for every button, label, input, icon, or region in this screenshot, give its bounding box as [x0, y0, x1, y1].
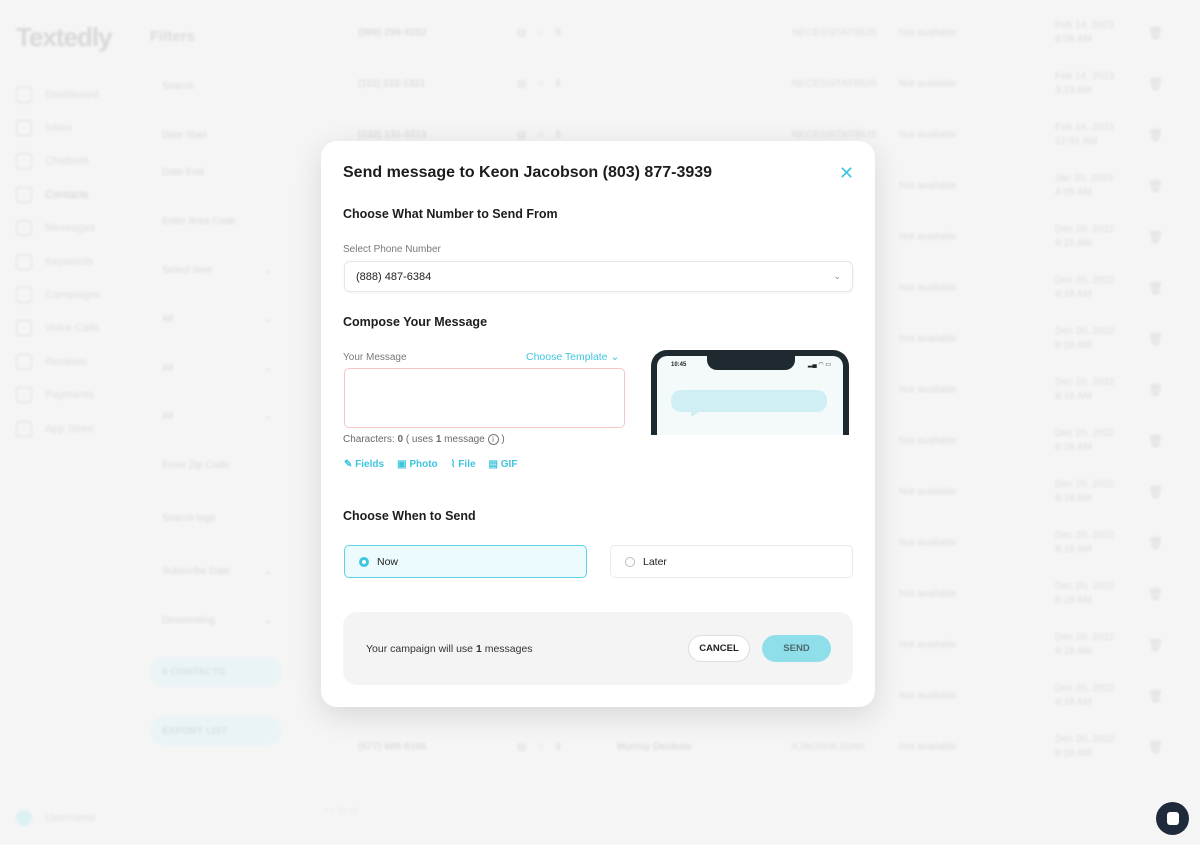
paperclip-icon: ⌇: [450, 459, 456, 470]
edit-icon: ✎: [344, 459, 353, 470]
radio-empty-icon: [625, 556, 635, 567]
bubble-tail: [691, 411, 701, 417]
image-icon: ▣: [397, 459, 407, 470]
section-when: Choose When to Send: [343, 509, 476, 523]
phone-notch: [707, 356, 795, 370]
chevron-down-icon: ⌄: [610, 351, 620, 363]
character-count: Characters: 0 ( uses 1 message i ): [343, 434, 505, 445]
photo-button[interactable]: ▣ Photo: [397, 459, 438, 470]
option-now-radio[interactable]: Now: [344, 545, 587, 578]
phone-preview: 10:45 ▂▄ ◠ ▭: [651, 350, 849, 435]
phone-time: 10:45: [671, 362, 687, 368]
select-value: (888) 487-6384: [356, 270, 432, 283]
modal-title: Send message to Keon Jacobson (803) 877-…: [343, 164, 713, 181]
chat-launcher-button[interactable]: [1156, 802, 1189, 835]
gif-button[interactable]: ▤ GIF: [489, 459, 518, 470]
send-message-modal: Send message to Keon Jacobson (803) 877-…: [321, 141, 875, 707]
file-button[interactable]: ⌇ File: [451, 459, 476, 470]
phone-number-select[interactable]: (888) 487-6384 ⌄: [344, 261, 853, 292]
radio-selected-icon: [359, 556, 369, 567]
info-icon[interactable]: i: [487, 434, 499, 445]
section-send-from: Choose What Number to Send From: [343, 207, 558, 221]
option-later-radio[interactable]: Later: [610, 545, 853, 578]
choose-template-dropdown[interactable]: Choose Template ⌄: [526, 351, 619, 363]
select-phone-label: Select Phone Number: [343, 244, 441, 255]
send-button[interactable]: SEND: [762, 635, 831, 662]
chat-icon: [1166, 812, 1179, 825]
gif-icon: ▤: [488, 459, 498, 470]
message-textarea[interactable]: [344, 368, 625, 428]
section-compose: Compose Your Message: [343, 315, 488, 329]
close-icon[interactable]: ✕: [839, 163, 854, 184]
cancel-button[interactable]: CANCEL: [688, 635, 750, 662]
modal-footer: Your campaign will use 1 messages CANCEL…: [343, 612, 853, 685]
message-bubble-preview: [671, 390, 827, 412]
message-label: Your Message: [343, 352, 407, 363]
fields-button[interactable]: ✎ Fields: [344, 459, 384, 470]
status-icons: ▂▄ ◠ ▭: [807, 362, 831, 368]
chevron-down-icon: ⌄: [833, 271, 841, 281]
campaign-usage-text: Your campaign will use 1 messages: [366, 643, 533, 655]
message-tools: ✎ Fields ▣ Photo ⌇ File ▤ GIF: [344, 459, 517, 470]
